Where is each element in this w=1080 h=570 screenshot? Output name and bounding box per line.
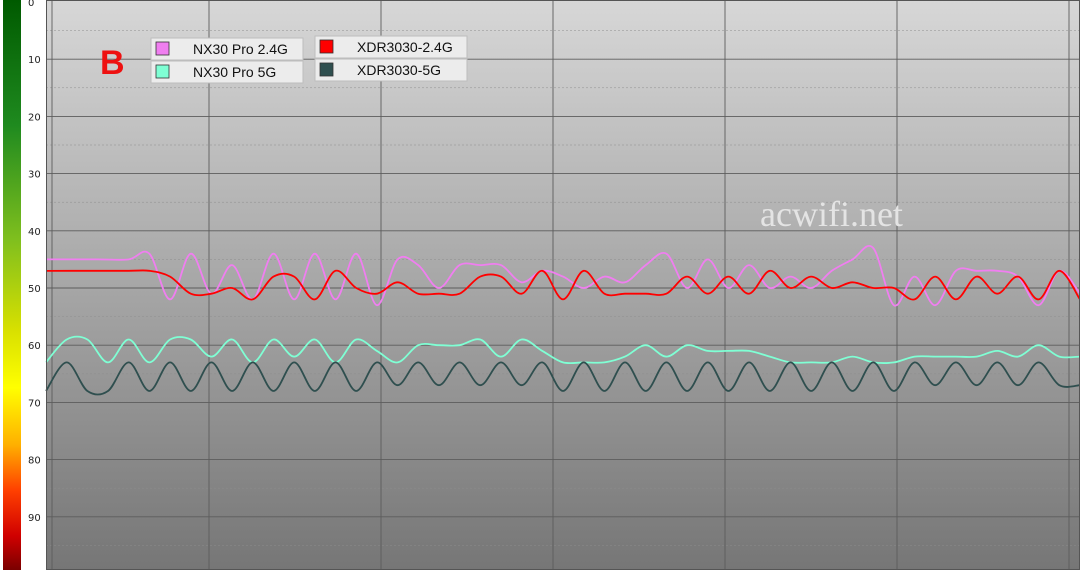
signal-chart: 0 10 20 30 40 50 60 70 80 90 acwifi.net B NX30 Pr… xyxy=(0,0,1080,570)
y-tick-label: 70 xyxy=(28,398,41,409)
legend-label: XDR3030-5G xyxy=(357,62,441,78)
y-tick-label: 30 xyxy=(28,170,41,181)
y-tick-label: 80 xyxy=(28,456,41,467)
y-tick-label: 50 xyxy=(28,284,41,295)
y-tick-label: 60 xyxy=(28,341,41,352)
y-tick-label: 10 xyxy=(28,55,41,66)
watermark: acwifi.net xyxy=(760,194,903,234)
y-tick-label: 0 xyxy=(28,0,34,9)
plot-area xyxy=(46,0,1080,570)
legend-label: XDR3030-2.4G xyxy=(357,39,453,55)
legend-swatch xyxy=(319,39,334,54)
y-tick-label: 40 xyxy=(28,227,41,238)
y-tick-label: 20 xyxy=(28,112,41,123)
y-tick-label: 90 xyxy=(28,513,41,524)
legend-swatch xyxy=(155,41,170,56)
legend-swatch xyxy=(319,62,334,77)
y-color-scale xyxy=(3,0,21,570)
legend-swatch xyxy=(155,64,170,79)
legend-label: NX30 Pro 5G xyxy=(193,64,276,80)
corner-label: B xyxy=(100,44,125,82)
legend-label: NX30 Pro 2.4G xyxy=(193,41,288,57)
